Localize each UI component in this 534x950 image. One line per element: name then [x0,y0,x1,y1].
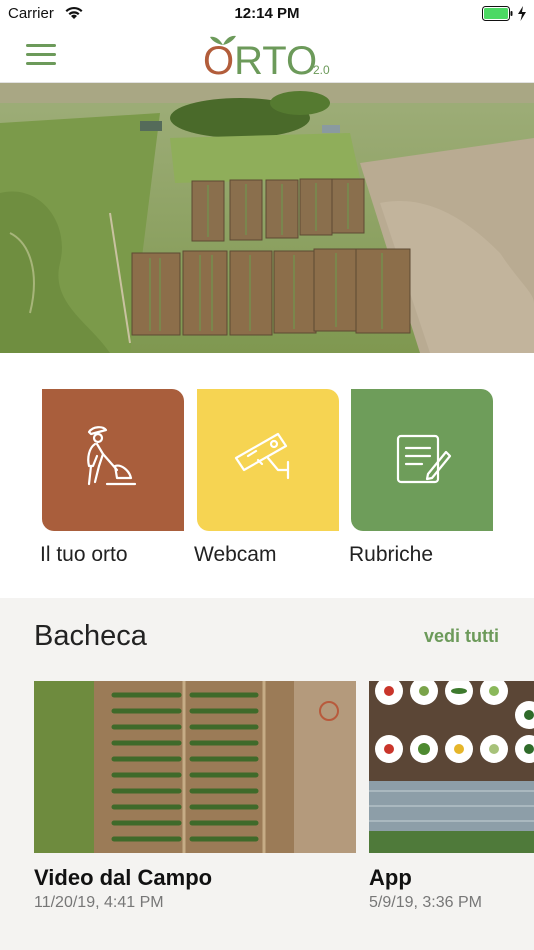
logo-text: ORTO [203,39,317,84]
feature-tiles: Il tuo orto Webcam Rubriche [0,353,534,598]
app-logo: ORTO 2.0 [203,32,343,83]
notepad-pencil-icon [396,434,452,484]
bacheca-section: Bacheca vedi tutti Video dal Campo 11/20… [0,598,534,950]
logo-version: 2.0 [313,63,330,77]
card-title: App [369,865,412,890]
tile-webcam[interactable] [197,389,339,531]
see-all-link[interactable]: vedi tutti [424,626,499,647]
card-date: 11/20/19, 4:41 PM [34,894,164,911]
hamburger-menu-icon-line [26,53,56,56]
battery-full-icon [482,6,513,21]
tile-label-webcam: Webcam [194,543,277,566]
hamburger-menu-icon-line [26,62,56,65]
gardener-shoveling-icon [87,426,137,486]
hamburger-menu-icon [26,44,56,47]
card-image [34,681,356,853]
tile-label-rubriche: Rubriche [349,543,434,566]
aerial-field-rows-photo [34,681,356,853]
tile-il-tuo-orto[interactable] [42,389,184,531]
tile-rubriche[interactable] [351,389,493,531]
hero-image [0,83,534,353]
security-camera-icon [234,432,290,480]
menu-button[interactable] [26,42,58,68]
vegetable-grid-photo [369,681,534,853]
section-title: Bacheca [34,620,147,652]
card-date: 5/9/19, 3:36 PM [369,894,482,911]
status-bar: Carrier 12:14 PM [0,0,534,28]
clock: 12:14 PM [234,5,300,22]
tile-label-il-tuo-orto: Il tuo orto [40,543,128,566]
card-image [369,681,534,853]
nav-bar: ORTO 2.0 [0,28,534,83]
charging-bolt-icon [518,6,526,21]
card-title: Video dal Campo [34,865,213,890]
logo-letter-o: O [203,39,235,83]
aerial-garden-photo [0,83,534,353]
logo-letters-rto: RTO [234,39,318,83]
